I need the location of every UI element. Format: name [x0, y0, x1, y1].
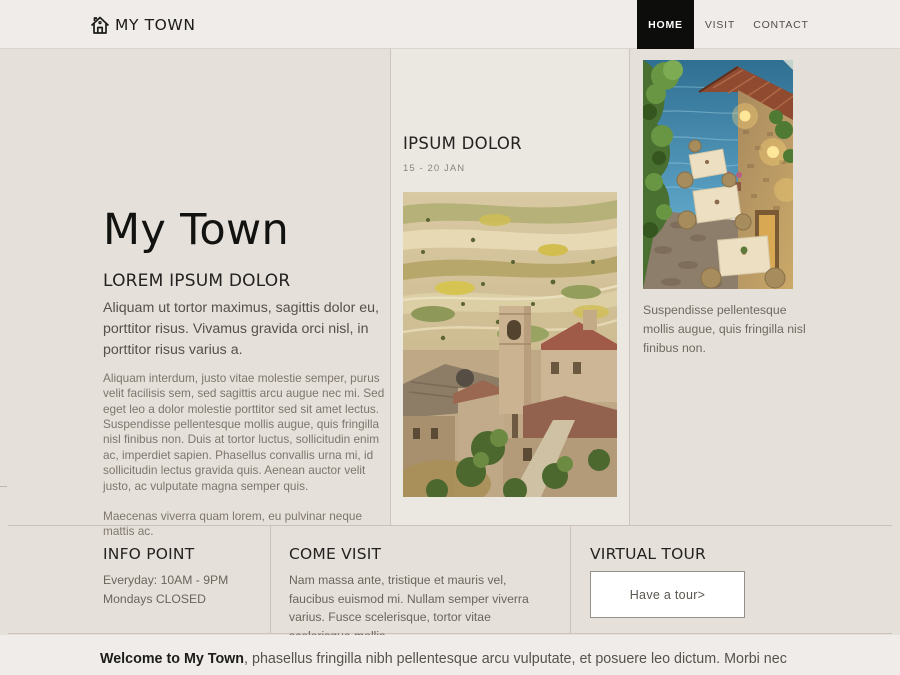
info-point-hours: Everyday: 10AM - 9PM [103, 571, 228, 590]
logo-text: MY TOWN [115, 16, 196, 34]
page-title: My Town [103, 204, 396, 258]
come-visit-title: COME VISIT [289, 545, 539, 563]
nav-item-contact[interactable]: CONTACT [748, 0, 814, 49]
nav-item-visit[interactable]: VISIT [700, 0, 740, 49]
come-visit-section: COME VISIT Nam massa ante, tristique et … [289, 545, 539, 645]
hero-section: My Town LOREM IPSUM DOLOR Aliquam ut tor… [103, 204, 396, 540]
footer-intro-text: Welcome to My Town, phasellus fringilla … [100, 651, 787, 667]
footer-intro-rest: , phasellus fringilla nibh pellentesque … [244, 651, 787, 667]
footer: Welcome to My Town, phasellus fringilla … [0, 635, 900, 675]
seaside-terrace-photo [643, 60, 793, 289]
come-visit-text: Nam massa ante, tristique et mauris vel,… [289, 571, 539, 645]
event-title: IPSUM DOLOR [403, 134, 522, 153]
left-edge-border-fragment [0, 486, 7, 487]
nav-item-home[interactable]: HOME [637, 0, 694, 49]
event-date: 15 - 20 JAN [403, 163, 465, 174]
virtual-tour-section: VIRTUAL TOUR Have a tour> [590, 545, 745, 618]
info-strip: INFO POINT Everyday: 10AM - 9PM Mondays … [8, 525, 892, 634]
logo[interactable]: MY TOWN [88, 0, 196, 49]
header: MY TOWN HOME VISIT CONTACT [0, 0, 900, 49]
have-a-tour-button[interactable]: Have a tour> [590, 571, 745, 618]
info-point-section: INFO POINT Everyday: 10AM - 9PM Mondays … [103, 545, 228, 608]
home-icon [88, 13, 112, 37]
strip-divider [270, 526, 271, 633]
info-point-title: INFO POINT [103, 545, 228, 563]
info-point-closed: Mondays CLOSED [103, 590, 228, 609]
aside-caption: Suspendisse pellentesque mollis augue, q… [643, 301, 813, 358]
hero-lead-paragraph: Aliquam ut tortor maximus, sagittis dolo… [103, 298, 396, 361]
town-aerial-photo [403, 192, 617, 497]
hero-subtitle: LOREM IPSUM DOLOR [103, 271, 396, 291]
strip-divider [570, 526, 571, 633]
footer-intro-bold: Welcome to My Town [100, 651, 244, 667]
virtual-tour-title: VIRTUAL TOUR [590, 545, 745, 563]
hero-body-paragraph: Aliquam interdum, justo vitae molestie s… [103, 371, 396, 494]
